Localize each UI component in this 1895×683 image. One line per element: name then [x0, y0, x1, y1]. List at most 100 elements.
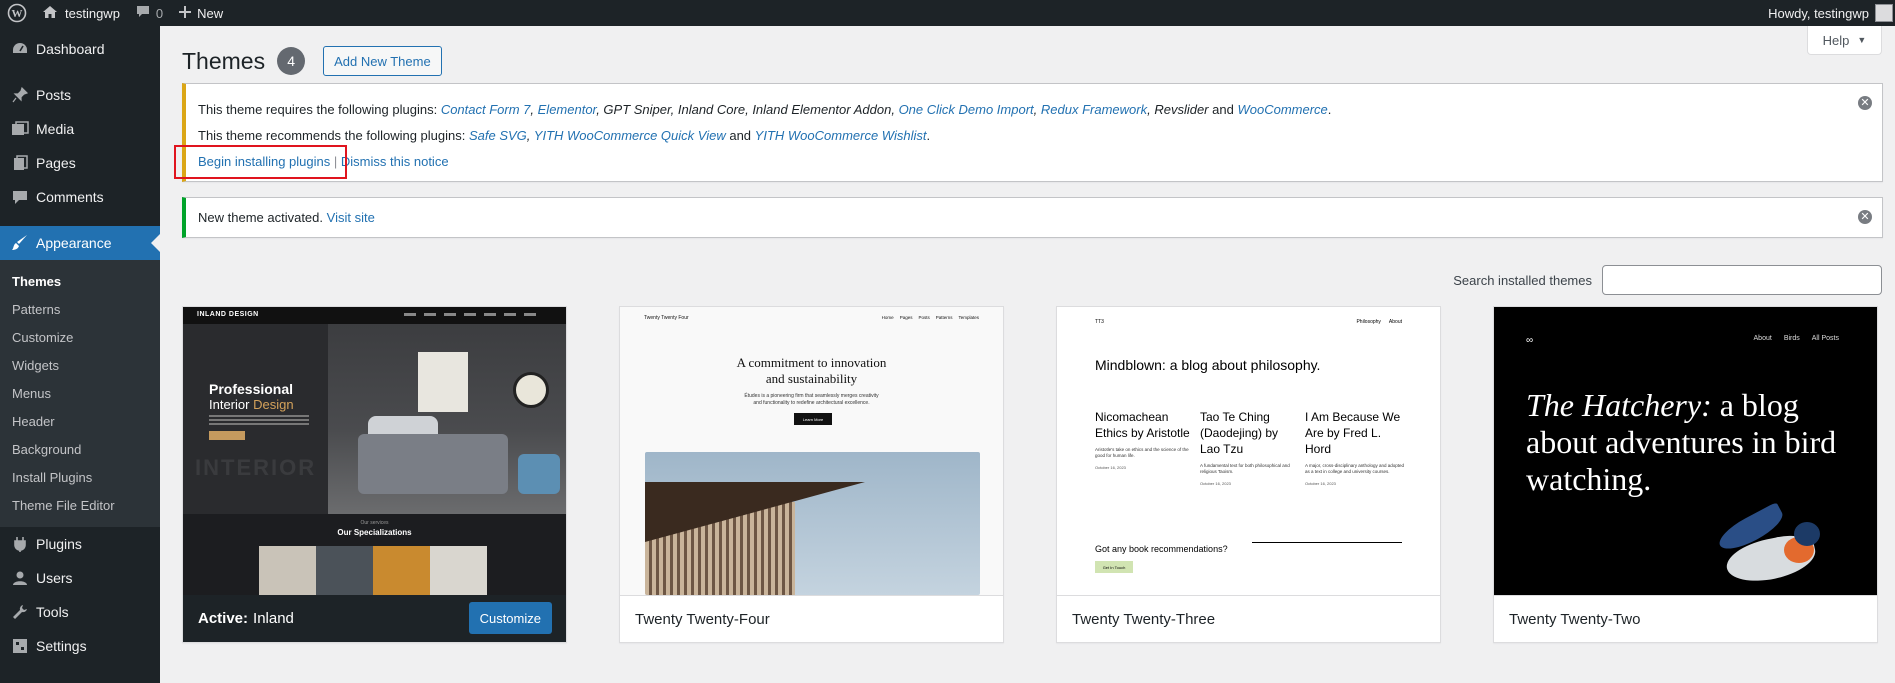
menu-pages[interactable]: Pages [0, 146, 160, 180]
submenu-themes[interactable]: Themes [0, 267, 160, 295]
preview-bed [358, 434, 508, 494]
menu-users-label: Users [36, 570, 73, 586]
preview-post: Nicomachean Ethics by Aristotle Aristotl… [1095, 409, 1195, 470]
preview-site-title: TT3 [1095, 319, 1104, 325]
comments-link[interactable]: 0 [128, 0, 171, 26]
plugin-link-safe-svg[interactable]: Safe SVG [469, 128, 527, 143]
submenu-customize[interactable]: Customize [0, 323, 160, 351]
plugin-link-yith-quick-view[interactable]: YITH WooCommerce Quick View [534, 128, 726, 143]
submenu-widgets[interactable]: Widgets [0, 351, 160, 379]
preview-headline-1: Professional [209, 381, 294, 397]
menu-dashboard-label: Dashboard [36, 41, 105, 57]
preview-post-date: October 16, 2023 [1095, 465, 1126, 470]
plugin-link-contact-form-7[interactable]: Contact Form 7 [441, 102, 531, 117]
preview-button [209, 431, 245, 440]
theme-count-badge: 4 [277, 47, 306, 75]
plugin-inland-core: Inland Core [677, 102, 746, 117]
menu-dashboard[interactable]: Dashboard [0, 32, 160, 66]
dismiss-icon[interactable]: ✕ [1858, 96, 1872, 110]
preview-button: Learn More [794, 413, 832, 425]
menu-comments[interactable]: Comments [0, 180, 160, 214]
theme-card-twenty-twenty-two[interactable]: ∞ About Birds All Posts The Hatchery: a … [1493, 306, 1878, 643]
submenu-header[interactable]: Header [0, 407, 160, 435]
preview-body-text [209, 415, 309, 425]
tt3-preview: TT3 Philosophy About Mindblown: a blog a… [1057, 307, 1440, 595]
preview-nav-item: Pages [899, 315, 913, 320]
help-tab-button[interactable]: Help ▼ [1807, 26, 1882, 55]
plugin-inland-elementor-addon: Inland Elementor Addon [752, 102, 892, 117]
users-icon [10, 568, 30, 588]
submenu-theme-file-editor[interactable]: Theme File Editor [0, 491, 160, 519]
theme-name-bar: Twenty Twenty-Two [1494, 595, 1877, 642]
preview-hero-image [328, 324, 566, 514]
theme-card-twenty-twenty-three[interactable]: TT3 Philosophy About Mindblown: a blog a… [1056, 306, 1441, 643]
theme-screenshot[interactable]: INLAND DESIGN Professional Interior Desi… [183, 307, 566, 595]
preview-headline-2: Interior Design [209, 397, 294, 412]
preview-post: Tao Te Ching (Daodejing) by Lao Tzu A fu… [1200, 409, 1300, 486]
submenu-menus[interactable]: Menus [0, 379, 160, 407]
tt4-preview: Twenty Twenty Four Home Pages Posts Patt… [620, 307, 1003, 595]
theme-screenshot[interactable]: TT3 Philosophy About Mindblown: a blog a… [1057, 307, 1440, 595]
required-plugins-line: This theme requires the following plugin… [198, 102, 1332, 117]
new-content-link[interactable]: New [171, 0, 231, 26]
preview-post-desc: A fundamental text for both philosophica… [1200, 463, 1290, 474]
site-name-link[interactable]: testingwp [34, 0, 128, 26]
admin-sidebar: Dashboard Posts Media Pages Comments App… [0, 26, 160, 683]
avatar [1875, 4, 1893, 22]
menu-posts[interactable]: Posts [0, 78, 160, 112]
menu-tools[interactable]: Tools [0, 595, 160, 629]
preview-nav-item: Home [881, 315, 894, 320]
preview-post-date: October 16, 2023 [1200, 481, 1231, 486]
preview-nav: Philosophy About [1356, 319, 1402, 325]
theme-name-bar: Active: Inland Customize [183, 595, 566, 642]
and-word: and [1212, 102, 1234, 117]
media-icon [10, 119, 30, 139]
theme-card-twenty-twenty-four[interactable]: Twenty Twenty Four Home Pages Posts Patt… [619, 306, 1004, 643]
dismiss-notice-link[interactable]: Dismiss this notice [341, 154, 449, 169]
preview-logo: INLAND DESIGN [197, 311, 259, 318]
menu-plugins[interactable]: Plugins [0, 527, 160, 561]
appearance-submenu: Themes Patterns Customize Widgets Menus … [0, 260, 160, 527]
preview-headline: Mindblown: a blog about philosophy. [1095, 357, 1321, 373]
theme-screenshot[interactable]: Twenty Twenty Four Home Pages Posts Patt… [620, 307, 1003, 595]
add-new-theme-button[interactable]: Add New Theme [323, 46, 442, 76]
menu-appearance-label: Appearance [36, 235, 112, 251]
svg-text:W: W [12, 8, 23, 20]
plugin-revslider: Revslider [1154, 102, 1209, 117]
menu-users[interactable]: Users [0, 561, 160, 595]
search-input[interactable] [1602, 265, 1882, 295]
customize-button[interactable]: Customize [468, 602, 552, 634]
visit-site-link[interactable]: Visit site [327, 210, 375, 225]
plugin-link-yith-wishlist[interactable]: YITH WooCommerce Wishlist [755, 128, 927, 143]
comments-count: 0 [155, 5, 164, 21]
theme-screenshot[interactable]: ∞ About Birds All Posts The Hatchery: a … [1494, 307, 1877, 595]
plugin-link-one-click-demo-import[interactable]: One Click Demo Import [899, 102, 1034, 117]
wordpress-logo-icon[interactable]: W [0, 0, 34, 26]
preview-post-date: October 16, 2023 [1305, 481, 1336, 486]
plugin-icon [10, 534, 30, 554]
my-account-link[interactable]: Howdy, testingwp [1760, 0, 1895, 26]
plugin-link-woocommerce[interactable]: WooCommerce [1237, 102, 1327, 117]
preview-nav-item: Patterns [935, 315, 953, 320]
pages-icon [10, 153, 30, 173]
submenu-install-plugins[interactable]: Install Plugins [0, 463, 160, 491]
tt2-preview: ∞ About Birds All Posts The Hatchery: a … [1494, 307, 1877, 595]
theme-card-inland[interactable]: INLAND DESIGN Professional Interior Desi… [182, 306, 567, 643]
plugin-link-redux-framework[interactable]: Redux Framework [1041, 102, 1147, 117]
submenu-background[interactable]: Background [0, 435, 160, 463]
menu-settings[interactable]: Settings [0, 629, 160, 663]
requires-prefix: This theme requires the following plugin… [198, 102, 438, 117]
preview-logo: ∞ [1526, 335, 1534, 346]
plugin-link-elementor[interactable]: Elementor [538, 102, 597, 117]
theme-name: Twenty Twenty-Three [1072, 610, 1216, 628]
inland-preview: INLAND DESIGN Professional Interior Desi… [183, 307, 566, 595]
menu-media[interactable]: Media [0, 112, 160, 146]
preview-nav-item: About [1753, 335, 1772, 342]
theme-name: Twenty Twenty-Two [1509, 610, 1641, 628]
theme-name: Twenty Twenty-Four [635, 610, 770, 628]
preview-post-desc: A major, cross-disciplinary anthology an… [1305, 463, 1405, 474]
submenu-patterns[interactable]: Patterns [0, 295, 160, 323]
preview-divider [1252, 542, 1402, 543]
menu-appearance[interactable]: Appearance [0, 226, 160, 260]
dismiss-icon[interactable]: ✕ [1858, 210, 1872, 224]
